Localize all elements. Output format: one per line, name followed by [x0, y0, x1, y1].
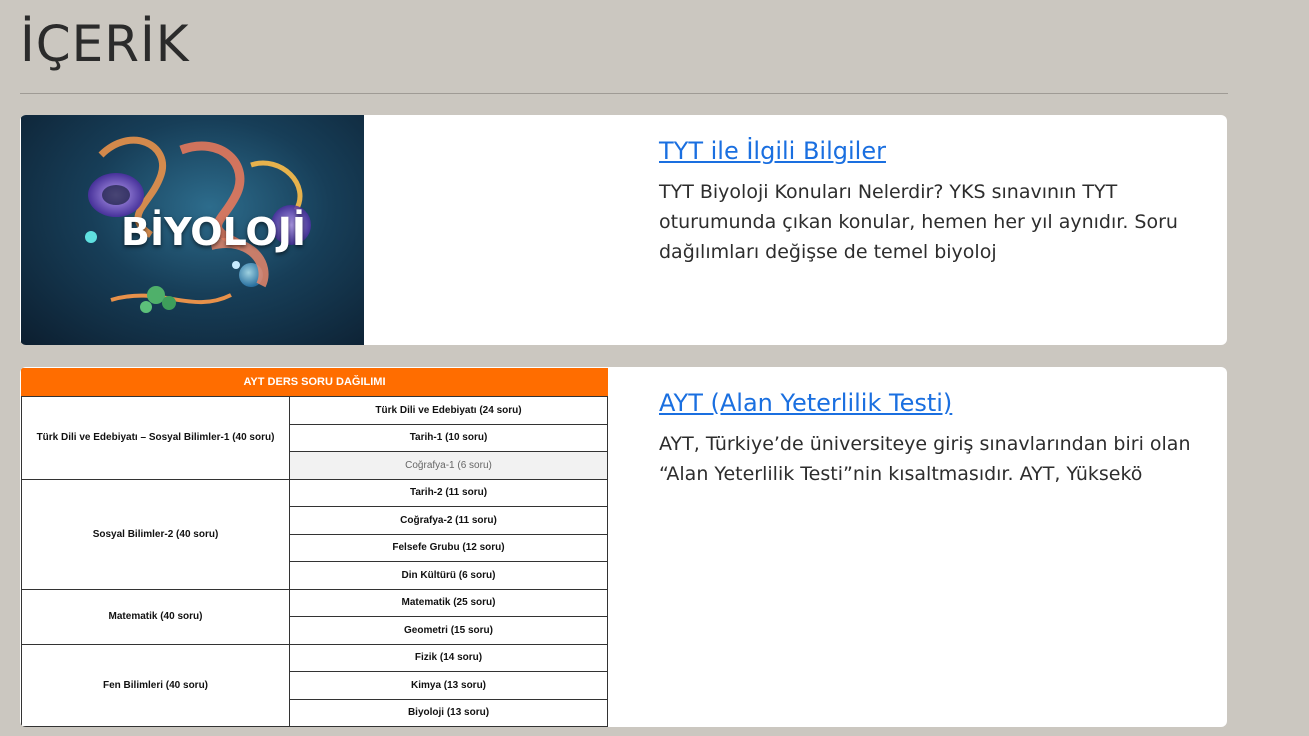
- biology-thumbnail[interactable]: BİYOLOJİ: [21, 115, 364, 345]
- post-card-ayt: AYT DERS SORU DAĞILIMI Türk Dili ve Edeb…: [20, 367, 1227, 727]
- page-title: İÇERİK: [20, 15, 190, 73]
- subject-cell: Türk Dili ve Edebiyatı (24 soru): [289, 396, 608, 425]
- group-cell: Türk Dili ve Edebiyatı – Sosyal Bilimler…: [21, 396, 290, 480]
- card-body: AYT (Alan Yeterlilik Testi) AYT, Türkiye…: [659, 387, 1209, 489]
- table-row: Matematik (40 soru) Matematik (25 soru): [21, 588, 608, 645]
- biology-image-word: BİYOLOJİ: [121, 210, 307, 254]
- subject-cell: Kimya (13 soru): [289, 671, 608, 700]
- subject-cell: Coğrafya-1 (6 soru): [289, 451, 608, 480]
- subject-cell: Coğrafya-2 (11 soru): [289, 506, 608, 535]
- title-divider: [20, 93, 1228, 94]
- subject-cell: Matematik (25 soru): [289, 588, 608, 617]
- subject-cell: Biyoloji (13 soru): [289, 698, 608, 727]
- post-title-link[interactable]: TYT ile İlgili Bilgiler: [659, 135, 886, 167]
- subject-cell: Din Kültürü (6 soru): [289, 561, 608, 590]
- post-excerpt: TYT Biyoloji Konuları Nelerdir? YKS sına…: [659, 181, 1178, 263]
- table-row: Fen Bilimleri (40 soru) Fizik (14 soru): [21, 643, 608, 727]
- table-header: AYT DERS SORU DAĞILIMI: [21, 368, 608, 396]
- distribution-table: Türk Dili ve Edebiyatı – Sosyal Bilimler…: [21, 396, 608, 727]
- group-cell: Sosyal Bilimler-2 (40 soru): [21, 478, 290, 590]
- ayt-distribution-image[interactable]: AYT DERS SORU DAĞILIMI Türk Dili ve Edeb…: [21, 368, 608, 727]
- card-body: TYT ile İlgili Bilgiler TYT Biyoloji Kon…: [659, 135, 1209, 267]
- subject-cell: Fizik (14 soru): [289, 643, 608, 672]
- post-card-tyt: BİYOLOJİ TYT ile İlgili Bilgiler TYT Biy…: [20, 115, 1227, 345]
- table-row: Sosyal Bilimler-2 (40 soru) Tarih-2 (11 …: [21, 478, 608, 590]
- subject-cell: Tarih-2 (11 soru): [289, 478, 608, 507]
- subject-cell: Geometri (15 soru): [289, 616, 608, 645]
- table-row: Türk Dili ve Edebiyatı – Sosyal Bilimler…: [21, 396, 608, 480]
- group-cell: Matematik (40 soru): [21, 588, 290, 645]
- subject-cell: Tarih-1 (10 soru): [289, 423, 608, 452]
- post-excerpt: AYT, Türkiye’de üniversiteye giriş sınav…: [659, 433, 1191, 485]
- post-title-link[interactable]: AYT (Alan Yeterlilik Testi): [659, 387, 952, 419]
- subject-cell: Felsefe Grubu (12 soru): [289, 533, 608, 562]
- group-cell: Fen Bilimleri (40 soru): [21, 643, 290, 727]
